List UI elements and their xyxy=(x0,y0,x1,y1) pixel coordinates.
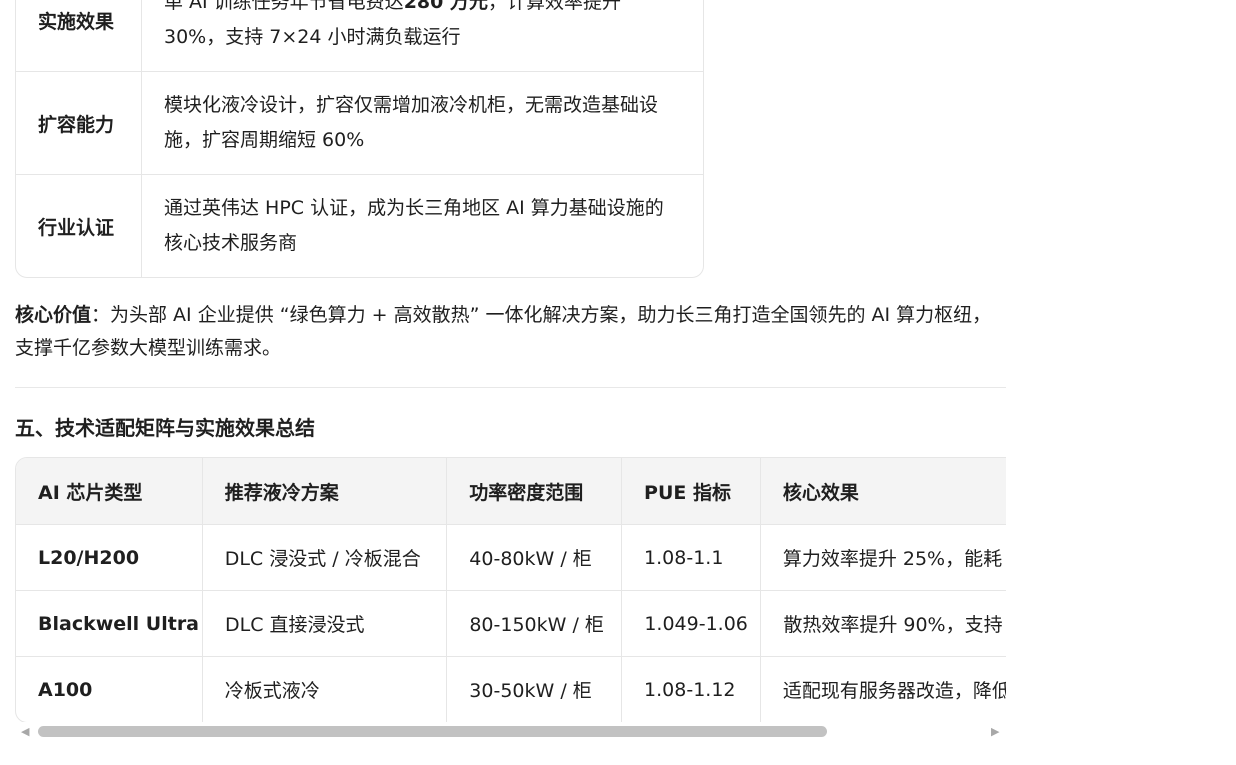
chip-type-cell: A100 xyxy=(38,678,93,701)
header-cell: 核心效果 xyxy=(759,458,1006,524)
table-cell: 1.08-1.1 xyxy=(621,525,760,590)
header-cell: AI 芯片类型 xyxy=(38,481,143,504)
matrix-table-scroll-container[interactable]: AI 芯片类型 推荐液冷方案 功率密度范围 PUE 指标 核心效果 L20/H2… xyxy=(15,457,1006,722)
core-value-label: 核心价值 xyxy=(15,304,92,326)
table-row: 实施效果 单 AI 训练任务年节省电费达280 万元，计算效率提升 30%，支持… xyxy=(16,0,703,71)
table-cell: 适配现有服务器改造，降低 xyxy=(759,657,1006,722)
chip-type-cell: Blackwell Ultra xyxy=(38,612,200,635)
scroll-right-arrow-icon[interactable]: ▶ xyxy=(991,726,999,738)
table-cell: 1.049-1.06 xyxy=(621,591,760,656)
table-cell: 算力效率提升 25%，能耗 xyxy=(759,525,1006,590)
header-cell: 功率密度范围 xyxy=(446,458,621,524)
table-cell: DLC 直接浸没式 xyxy=(202,591,446,656)
header-cell: 推荐液冷方案 xyxy=(201,458,447,524)
table-row: L20/H200 DLC 浸没式 / 冷板混合 40-80kW / 柜 1.08… xyxy=(16,524,1006,590)
table-header-row: AI 芯片类型 推荐液冷方案 功率密度范围 PUE 指标 核心效果 xyxy=(16,458,1006,524)
chip-type-cell: L20/H200 xyxy=(38,546,140,569)
table-row: A100 冷板式液冷 30-50kW / 柜 1.08-1.12 适配现有服务器… xyxy=(16,656,1006,722)
row-value: 通过英伟达 HPC 认证，成为长三角地区 AI 算力基础设施的核心技术服务商 xyxy=(164,197,664,254)
row-label: 实施效果 xyxy=(16,0,142,71)
core-value-paragraph: 核心价值：为头部 AI 企业提供 “绿色算力 + 高效散热” 一体化解决方案，助… xyxy=(15,299,1000,365)
table-cell: 冷板式液冷 xyxy=(201,657,447,722)
summary-table: 实施效果 单 AI 训练任务年节省电费达280 万元，计算效率提升 30%，支持… xyxy=(15,0,704,278)
row-label: 扩容能力 xyxy=(16,72,142,174)
row-value: 模块化液冷设计，扩容仅需增加液冷机柜，无需改造基础设施，扩容周期缩短 60% xyxy=(164,94,659,151)
table-cell: 40-80kW / 柜 xyxy=(446,525,621,590)
table-cell: 散热效率提升 90%，支持 xyxy=(760,591,1006,656)
section-heading: 五、技术适配矩阵与实施效果总结 xyxy=(15,416,315,440)
header-cell: PUE 指标 xyxy=(621,458,760,524)
table-row: Blackwell Ultra DLC 直接浸没式 80-150kW / 柜 1… xyxy=(16,590,1006,656)
matrix-table: AI 芯片类型 推荐液冷方案 功率密度范围 PUE 指标 核心效果 L20/H2… xyxy=(15,457,1006,722)
core-value-text: ：为头部 AI 企业提供 “绿色算力 + 高效散热” 一体化解决方案，助力长三角… xyxy=(15,304,992,359)
table-cell: DLC 浸没式 / 冷板混合 xyxy=(201,525,447,590)
divider xyxy=(15,387,1006,388)
row-value-highlight: 280 万元 xyxy=(403,0,488,13)
scroll-left-arrow-icon[interactable]: ◀ xyxy=(21,726,29,738)
table-cell: 1.08-1.12 xyxy=(621,657,760,722)
table-row: 行业认证 通过英伟达 HPC 认证，成为长三角地区 AI 算力基础设施的核心技术… xyxy=(16,174,703,277)
table-row: 扩容能力 模块化液冷设计，扩容仅需增加液冷机柜，无需改造基础设施，扩容周期缩短 … xyxy=(16,71,703,174)
row-value: 单 AI 训练任务年节省电费达280 万元，计算效率提升 30%，支持 7×24… xyxy=(142,0,703,71)
row-label: 行业认证 xyxy=(16,175,142,277)
table-cell: 80-150kW / 柜 xyxy=(446,591,621,656)
row-value-text: 单 AI 训练任务年节省电费达 xyxy=(164,0,404,13)
scrollbar-thumb[interactable] xyxy=(38,726,827,737)
table-cell: 30-50kW / 柜 xyxy=(446,657,621,722)
horizontal-scrollbar[interactable]: ◀ ▶ xyxy=(15,724,1006,740)
